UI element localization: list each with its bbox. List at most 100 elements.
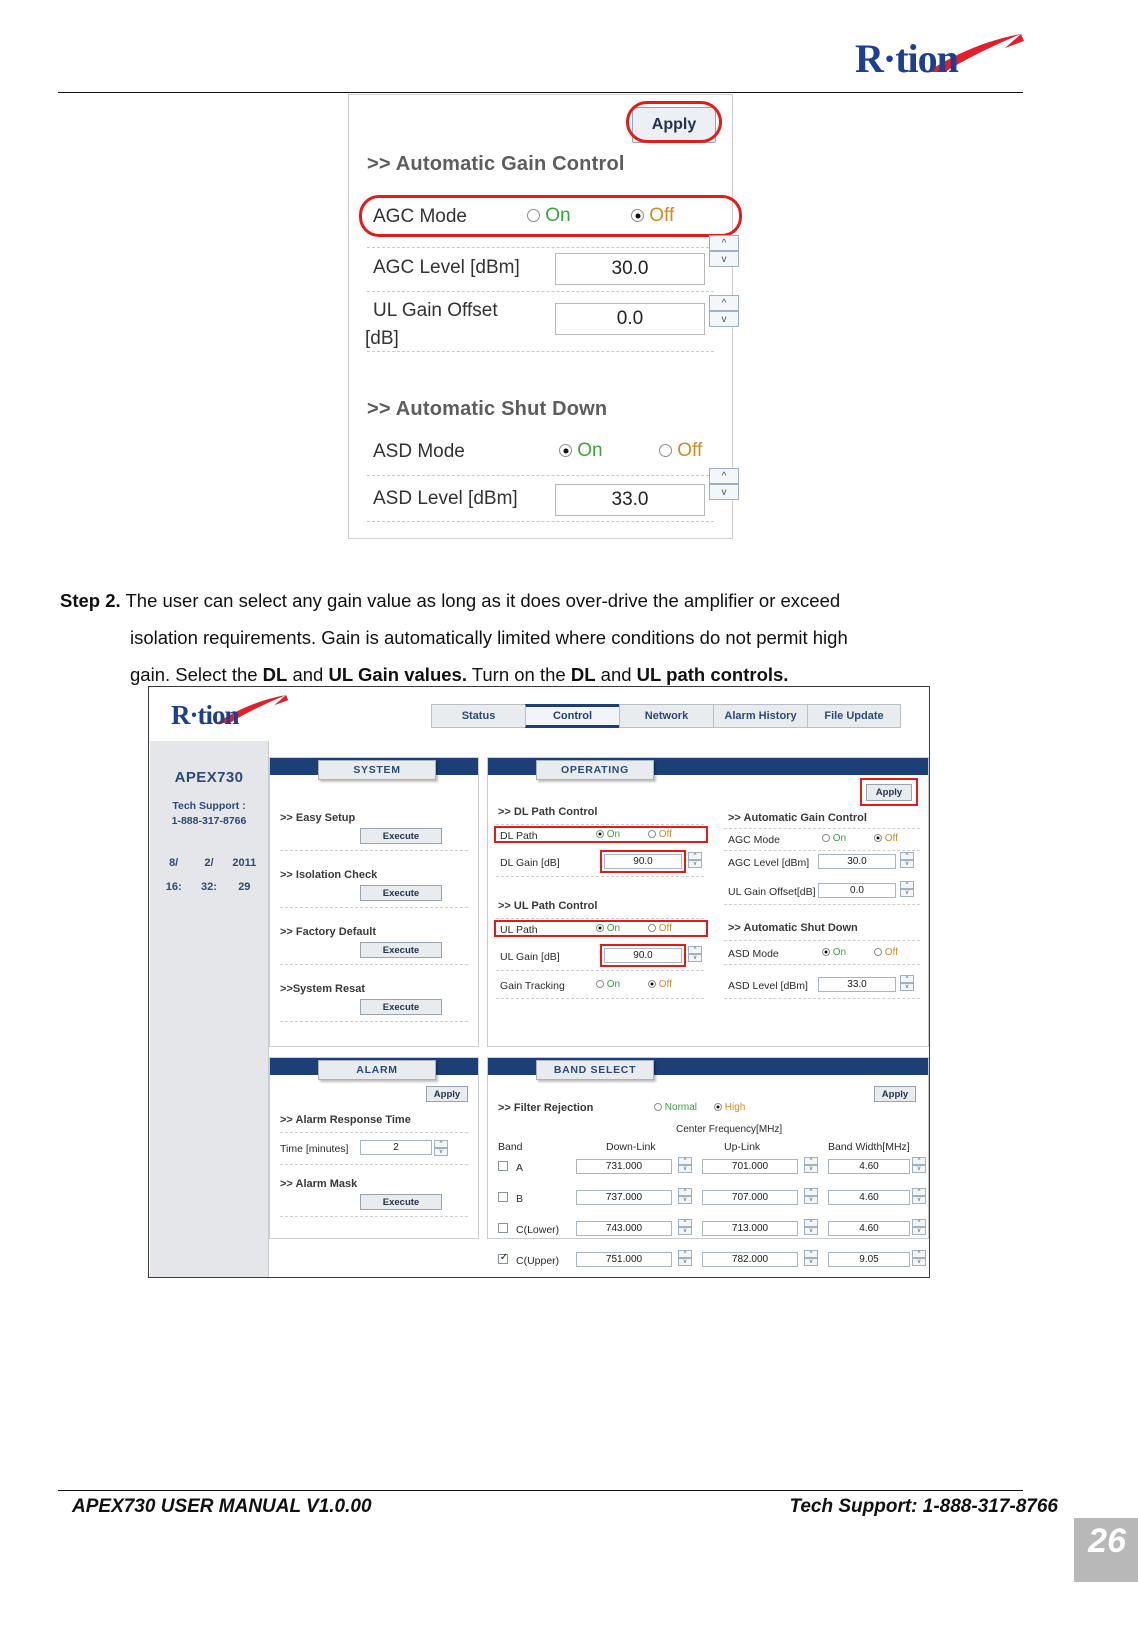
band-row-checkbox[interactable] bbox=[498, 1223, 508, 1233]
ul-path-off-option[interactable]: Off bbox=[648, 923, 672, 934]
band-row-bandwidth-field[interactable]: 4.60 bbox=[828, 1190, 910, 1205]
filter-rejection-high-option[interactable]: High bbox=[714, 1102, 745, 1113]
system-panel-tab[interactable]: SYSTEM bbox=[318, 760, 436, 780]
system-reset-execute-button[interactable]: Execute bbox=[360, 999, 442, 1015]
spin-up[interactable]: ^ bbox=[912, 1188, 926, 1196]
band-row-checkbox[interactable] bbox=[498, 1161, 508, 1171]
tab-alarm-history[interactable]: Alarm History bbox=[713, 704, 807, 728]
dl-gain-spin-down[interactable]: v bbox=[688, 860, 702, 868]
webui-agc-level-spin-up[interactable]: ^ bbox=[900, 852, 914, 860]
webui-asd-mode-on-option[interactable]: On bbox=[822, 947, 846, 958]
band-row-bandwidth-spinner[interactable]: ^ v bbox=[912, 1157, 926, 1173]
agc-level-spin-up[interactable]: ^ bbox=[709, 235, 739, 251]
asd-mode-on-radio[interactable] bbox=[559, 444, 572, 458]
band-row-bandwidth-field[interactable]: 4.60 bbox=[828, 1159, 910, 1174]
band-row-downlink-field[interactable]: 731.000 bbox=[576, 1159, 672, 1174]
webui-agc-mode-on-radio[interactable] bbox=[822, 834, 830, 843]
tab-control[interactable]: Control bbox=[525, 704, 619, 728]
isolation-check-execute-button[interactable]: Execute bbox=[360, 885, 442, 901]
webui-agc-level-spin-down[interactable]: v bbox=[900, 860, 914, 868]
band-row-uplink-field[interactable]: 701.000 bbox=[702, 1159, 798, 1174]
band-row-downlink-field[interactable]: 751.000 bbox=[576, 1252, 672, 1267]
agc-mode-off-radio[interactable] bbox=[631, 209, 644, 223]
agc-level-spin-down[interactable]: v bbox=[709, 251, 739, 267]
spin-down[interactable]: v bbox=[912, 1196, 926, 1204]
factory-default-execute-button[interactable]: Execute bbox=[360, 942, 442, 958]
spin-down[interactable]: v bbox=[912, 1227, 926, 1235]
band-row-uplink-field[interactable]: 707.000 bbox=[702, 1190, 798, 1205]
filter-rejection-normal-option[interactable]: Normal bbox=[654, 1102, 697, 1113]
spin-down[interactable]: v bbox=[912, 1258, 926, 1266]
dl-path-off-radio[interactable] bbox=[648, 830, 656, 839]
ul-gain-offset-spin-up[interactable]: ^ bbox=[709, 295, 739, 311]
webui-asd-mode-off-radio[interactable] bbox=[874, 948, 882, 957]
band-row-bandwidth-spinner[interactable]: ^ v bbox=[912, 1188, 926, 1204]
ul-path-off-radio[interactable] bbox=[648, 924, 656, 933]
spin-down[interactable]: v bbox=[912, 1165, 926, 1173]
alarm-time-spinner[interactable]: ^ v bbox=[434, 1140, 448, 1156]
band-row-uplink-field[interactable]: 782.000 bbox=[702, 1252, 798, 1267]
alarm-apply-button[interactable]: Apply bbox=[426, 1086, 468, 1102]
dl-path-on-option[interactable]: On bbox=[596, 829, 620, 840]
band-row-downlink-spinner[interactable]: ^ v bbox=[678, 1157, 692, 1173]
spin-up[interactable]: ^ bbox=[804, 1188, 818, 1196]
band-row-bandwidth-field[interactable]: 4.60 bbox=[828, 1221, 910, 1236]
asd-mode-on-option[interactable]: On bbox=[559, 440, 603, 462]
agc-mode-on-radio[interactable] bbox=[527, 209, 540, 223]
band-row-uplink-spinner[interactable]: ^ v bbox=[804, 1157, 818, 1173]
spin-up[interactable]: ^ bbox=[912, 1250, 926, 1258]
band-row-downlink-spinner[interactable]: ^ v bbox=[678, 1250, 692, 1266]
band-row-downlink-field[interactable]: 743.000 bbox=[576, 1221, 672, 1236]
spin-down[interactable]: v bbox=[804, 1165, 818, 1173]
spin-down[interactable]: v bbox=[678, 1196, 692, 1204]
asd-mode-off-option[interactable]: Off bbox=[659, 440, 702, 462]
webui-agc-mode-on-option[interactable]: On bbox=[822, 833, 846, 844]
band-row-downlink-spinner[interactable]: ^ v bbox=[678, 1219, 692, 1235]
ul-path-on-option[interactable]: On bbox=[596, 923, 620, 934]
agc-mode-off-option[interactable]: Off bbox=[631, 205, 674, 227]
dl-gain-spin-up[interactable]: ^ bbox=[688, 852, 702, 860]
alarm-panel-tab[interactable]: ALARM bbox=[318, 1060, 436, 1080]
alarm-time-spin-down[interactable]: v bbox=[434, 1148, 448, 1156]
webui-ul-gain-offset-field[interactable]: 0.0 bbox=[818, 883, 896, 898]
alarm-time-field[interactable]: 2 bbox=[360, 1140, 432, 1155]
operating-panel-tab[interactable]: OPERATING bbox=[536, 760, 654, 780]
webui-asd-mode-off-option[interactable]: Off bbox=[874, 947, 898, 958]
tab-file-update[interactable]: File Update bbox=[807, 704, 901, 728]
spin-down[interactable]: v bbox=[678, 1227, 692, 1235]
webui-ul-gain-offset-spinner[interactable]: ^ v bbox=[900, 881, 914, 897]
gain-tracking-off-radio[interactable] bbox=[648, 980, 656, 989]
gain-tracking-on-option[interactable]: On bbox=[596, 979, 620, 990]
band-row-uplink-spinner[interactable]: ^ v bbox=[804, 1250, 818, 1266]
ul-gain-offset-spin-down[interactable]: v bbox=[709, 311, 739, 327]
spin-up[interactable]: ^ bbox=[678, 1250, 692, 1258]
band-row-checkbox[interactable] bbox=[498, 1192, 508, 1202]
ul-gain-offset-field[interactable]: 0.0 bbox=[555, 303, 705, 335]
webui-agc-level-field[interactable]: 30.0 bbox=[818, 854, 896, 869]
spin-up[interactable]: ^ bbox=[804, 1157, 818, 1165]
alarm-mask-execute-button[interactable]: Execute bbox=[360, 1194, 442, 1210]
ul-gain-offset-spinner[interactable]: ^ v bbox=[709, 295, 739, 327]
webui-agc-level-spinner[interactable]: ^ v bbox=[900, 852, 914, 868]
easy-setup-execute-button[interactable]: Execute bbox=[360, 828, 442, 844]
band-row-downlink-spinner[interactable]: ^ v bbox=[678, 1188, 692, 1204]
webui-asd-level-field[interactable]: 33.0 bbox=[818, 977, 896, 992]
dl-gain-spinner[interactable]: ^ v bbox=[688, 852, 702, 868]
spin-up[interactable]: ^ bbox=[678, 1188, 692, 1196]
webui-agc-mode-off-radio[interactable] bbox=[874, 834, 882, 843]
spin-up[interactable]: ^ bbox=[678, 1157, 692, 1165]
ul-gain-spin-up[interactable]: ^ bbox=[688, 946, 702, 954]
band-apply-button[interactable]: Apply bbox=[874, 1086, 916, 1102]
band-panel-tab[interactable]: BAND SELECT bbox=[536, 1060, 654, 1080]
spin-down[interactable]: v bbox=[804, 1196, 818, 1204]
spin-up[interactable]: ^ bbox=[912, 1219, 926, 1227]
asd-level-spinner[interactable]: ^ v bbox=[709, 468, 739, 500]
webui-asd-level-spinner[interactable]: ^ v bbox=[900, 975, 914, 991]
asd-level-spin-up[interactable]: ^ bbox=[709, 468, 739, 484]
spin-down[interactable]: v bbox=[678, 1258, 692, 1266]
spin-down[interactable]: v bbox=[678, 1165, 692, 1173]
webui-ul-gain-offset-spin-up[interactable]: ^ bbox=[900, 881, 914, 889]
asd-level-field[interactable]: 33.0 bbox=[555, 484, 705, 516]
webui-ul-gain-offset-spin-down[interactable]: v bbox=[900, 889, 914, 897]
band-row-checkbox[interactable] bbox=[498, 1252, 509, 1264]
